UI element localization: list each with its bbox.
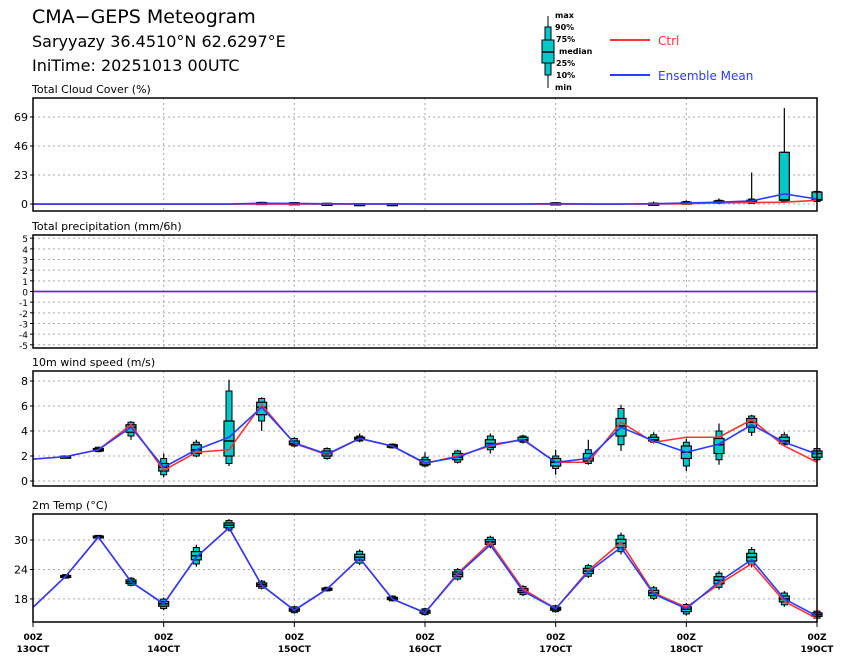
y-tick-label: 0 xyxy=(21,198,28,211)
legend-box-label: max xyxy=(555,11,575,20)
y-tick-label: -4 xyxy=(19,331,28,341)
legend-ctrl-label: Ctrl xyxy=(658,34,679,48)
y-tick-label: -2 xyxy=(19,310,28,320)
legend-box-label: min xyxy=(555,83,572,92)
y-tick-label: 18 xyxy=(14,593,28,606)
x-tick-date: 15OCT xyxy=(278,645,312,655)
legend-box-label: 90% xyxy=(555,23,574,32)
box-p25-p75 xyxy=(778,151,790,201)
panel-title: Total Cloud Cover (%) xyxy=(31,83,151,96)
legend-box-label: 75% xyxy=(556,35,575,44)
y-tick-label: 2 xyxy=(21,450,28,463)
x-tick-time: 00Z xyxy=(546,633,566,643)
box-whisker-23 xyxy=(778,108,790,203)
x-tick-date: 19OCT xyxy=(801,645,835,655)
y-tick-label: 69 xyxy=(14,111,28,124)
legend-box-label: median xyxy=(559,47,593,56)
x-tick-date: 16OCT xyxy=(409,645,443,655)
y-tick-label: 23 xyxy=(14,169,28,182)
y-tick-label: 2 xyxy=(22,267,28,277)
y-tick-label: -1 xyxy=(19,299,28,309)
y-tick-label: 0 xyxy=(21,475,28,488)
panel-frame xyxy=(32,370,818,487)
box-whisker-22 xyxy=(746,172,758,205)
y-tick-label: 30 xyxy=(14,534,28,547)
legend-mean-label: Ensemble Mean xyxy=(658,69,753,83)
y-tick-label: 5 xyxy=(22,235,28,245)
y-tick-label: 46 xyxy=(14,140,28,153)
panel-2: 10m wind speed (m/s) 0 2 4 6 8 xyxy=(21,356,823,488)
y-tick-label: 3 xyxy=(22,257,28,267)
y-tick-label: 8 xyxy=(21,375,28,388)
y-tick-label: -3 xyxy=(19,320,28,330)
x-tick-date: 13OCT xyxy=(17,645,51,655)
y-tick-label: 0 xyxy=(22,289,28,299)
y-tick-label: 1 xyxy=(22,278,28,288)
box-p25-p75 xyxy=(713,437,725,455)
y-tick-label: 4 xyxy=(21,425,28,438)
x-tick-time: 00Z xyxy=(415,633,435,643)
panel-title: 10m wind speed (m/s) xyxy=(32,356,155,369)
x-tick-time: 00Z xyxy=(23,633,43,643)
box-whisker-20 xyxy=(680,438,692,471)
x-tick-time: 00Z xyxy=(677,633,697,643)
y-tick-label: -5 xyxy=(19,342,28,352)
legend-box-label: 10% xyxy=(556,71,575,80)
panel-3: 2m Temp (°C) 18 24 30 xyxy=(14,499,823,623)
x-tick-date: 18OCT xyxy=(670,645,704,655)
x-tick-date: 17OCT xyxy=(539,645,573,655)
panel-title: 2m Temp (°C) xyxy=(32,499,108,512)
x-tick-time: 00Z xyxy=(807,633,827,643)
box-whisker-7 xyxy=(256,397,268,431)
panel-0: Total Cloud Cover (%) 0 23 46 69 xyxy=(14,83,823,212)
panel-1: Total precipitation (mm/6h) -5-4-3-2-1012… xyxy=(19,220,818,352)
legend-box-label: 25% xyxy=(556,59,575,68)
x-tick-time: 00Z xyxy=(154,633,174,643)
panel-title: Total precipitation (mm/6h) xyxy=(31,220,182,233)
y-tick-label: 6 xyxy=(21,400,28,413)
box-whisker-6 xyxy=(223,379,235,466)
y-tick-label: 24 xyxy=(14,563,28,576)
x-tick-date: 14OCT xyxy=(147,645,181,655)
x-tick-time: 00Z xyxy=(285,633,305,643)
box-whisker-6 xyxy=(223,519,235,532)
box-whisker-12 xyxy=(419,452,431,468)
meteogram-chart: max 90% 75% median 25% 10% min Ctrl Ensemble Mea… xyxy=(14,11,835,655)
y-tick-label: 4 xyxy=(22,246,28,256)
